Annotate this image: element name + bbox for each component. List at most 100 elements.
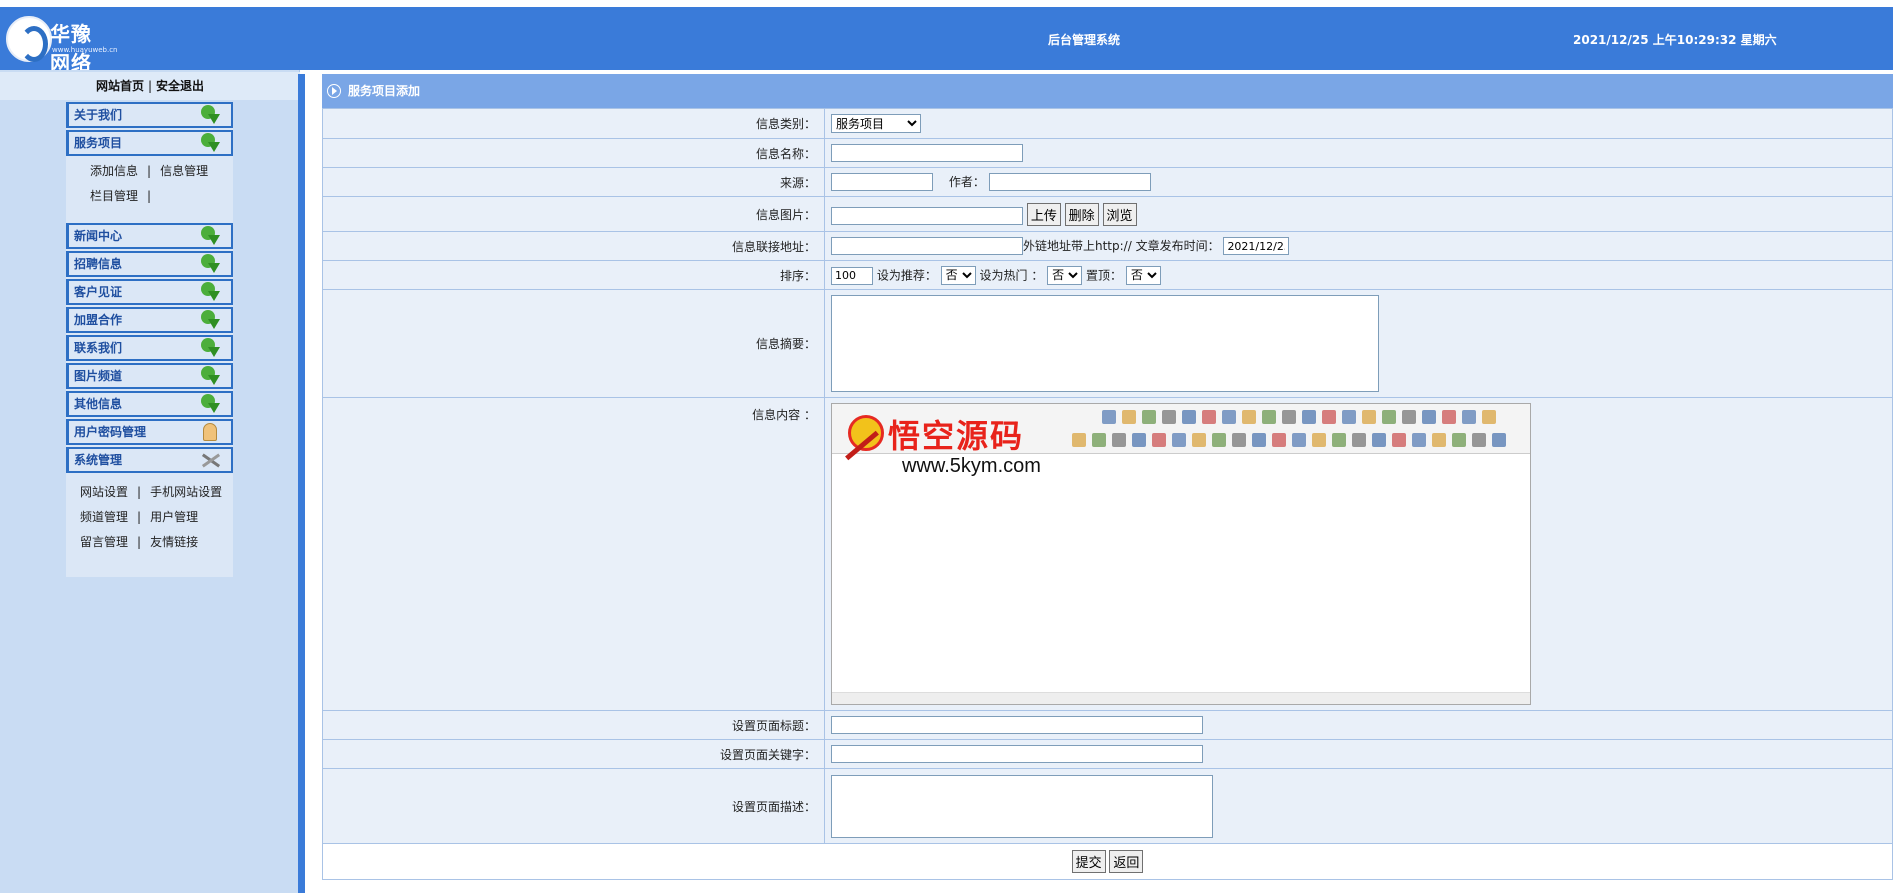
- editor-toolbar-button[interactable]: [1272, 433, 1286, 447]
- editor-toolbar-button[interactable]: [1142, 410, 1156, 424]
- editor-toolbar-button[interactable]: [1492, 433, 1506, 447]
- channel-manage-link[interactable]: 频道管理: [80, 510, 128, 524]
- recommend-select[interactable]: 否: [940, 265, 976, 285]
- editor-toolbar-button[interactable]: [1232, 433, 1246, 447]
- editor-toolbar-button[interactable]: [1152, 433, 1166, 447]
- rich-text-editor[interactable]: 悟空源码 www.5kym.com: [831, 403, 1531, 705]
- source-input[interactable]: [831, 173, 933, 192]
- hot-select[interactable]: 否: [1047, 265, 1083, 285]
- link-input[interactable]: [831, 237, 1023, 256]
- editor-toolbar-button[interactable]: [1462, 410, 1476, 424]
- editor-toolbar-button[interactable]: [1482, 410, 1496, 424]
- editor-toolbar-button[interactable]: [1242, 410, 1256, 424]
- editor-toolbar-button[interactable]: [1362, 410, 1376, 424]
- editor-toolbar-button[interactable]: [1422, 410, 1436, 424]
- editor-toolbar-button[interactable]: [1252, 433, 1266, 447]
- friend-links-link[interactable]: 友情链接: [150, 535, 198, 549]
- page-keywords-input[interactable]: [831, 745, 1203, 763]
- sidebar-item-system[interactable]: 系统管理: [66, 447, 233, 473]
- sidebar-item-contact[interactable]: 联系我们: [66, 335, 233, 361]
- sidebar-item-about[interactable]: 关于我们: [66, 102, 233, 128]
- editor-resize-bar[interactable]: [832, 692, 1530, 704]
- sidebar-item-label: 招聘信息: [74, 257, 123, 271]
- publish-time-input[interactable]: [1223, 237, 1290, 256]
- editor-toolbar-button[interactable]: [1292, 433, 1306, 447]
- page-title-input[interactable]: [831, 716, 1203, 734]
- services-submenu: 添加信息 | 信息管理: [90, 162, 208, 179]
- sidebar-item-other[interactable]: 其他信息: [66, 391, 233, 417]
- editor-toolbar-button[interactable]: [1122, 410, 1136, 424]
- user-icon: [203, 423, 217, 441]
- summary-textarea[interactable]: [831, 295, 1379, 392]
- editor-toolbar-button[interactable]: [1312, 433, 1326, 447]
- sidebar-item-pictures[interactable]: 图片频道: [66, 363, 233, 389]
- home-link[interactable]: 网站首页: [96, 79, 144, 93]
- editor-toolbar-button[interactable]: [1372, 433, 1386, 447]
- browse-button[interactable]: 浏览: [1102, 202, 1137, 226]
- system-submenu-3: 留言管理 | 友情链接: [80, 533, 198, 550]
- editor-toolbar-button[interactable]: [1412, 433, 1426, 447]
- editor-toolbar-button[interactable]: [1472, 433, 1486, 447]
- sidebar-item-franchise[interactable]: 加盟合作: [66, 307, 233, 333]
- submit-button[interactable]: 提交: [1071, 850, 1106, 873]
- name-input[interactable]: [831, 144, 1023, 162]
- image-path-input[interactable]: [831, 207, 1023, 225]
- logo[interactable]: 华豫网络 www.huayuweb.cn: [6, 14, 118, 75]
- logout-link[interactable]: 安全退出: [156, 79, 204, 93]
- editor-toolbar-button[interactable]: [1322, 410, 1336, 424]
- sidebar-item-testimonials[interactable]: 客户见证: [66, 279, 233, 305]
- column-manage-link[interactable]: 栏目管理: [90, 189, 138, 203]
- category-select[interactable]: 服务项目: [831, 114, 921, 133]
- editor-toolbar-button[interactable]: [1172, 433, 1186, 447]
- editor-toolbar-button[interactable]: [1402, 410, 1416, 424]
- info-manage-link[interactable]: 信息管理: [160, 164, 208, 178]
- delete-image-button[interactable]: 删除: [1064, 202, 1099, 226]
- green-arrow-icon: [199, 338, 221, 360]
- editor-toolbar-button[interactable]: [1452, 433, 1466, 447]
- editor-toolbar-button[interactable]: [1132, 433, 1146, 447]
- sidebar: 网站首页 | 安全退出 关于我们 服务项目 添加信息 | 信息管理 栏目管理 | 新闻中心…: [0, 70, 305, 893]
- editor-toolbar-button[interactable]: [1182, 410, 1196, 424]
- mobile-site-settings-link[interactable]: 手机网站设置: [150, 485, 222, 499]
- editor-toolbar-button[interactable]: [1342, 410, 1356, 424]
- editor-toolbar-button[interactable]: [1202, 410, 1216, 424]
- author-input[interactable]: [988, 173, 1151, 192]
- editor-toolbar-button[interactable]: [1072, 433, 1086, 447]
- editor-toolbar-button[interactable]: [1112, 433, 1126, 447]
- add-info-link[interactable]: 添加信息: [90, 164, 138, 178]
- editor-toolbar-button[interactable]: [1332, 433, 1346, 447]
- editor-toolbar-button[interactable]: [1442, 410, 1456, 424]
- editor-toolbar-button[interactable]: [1192, 433, 1206, 447]
- message-manage-link[interactable]: 留言管理: [80, 535, 128, 549]
- editor-toolbar-button[interactable]: [1262, 410, 1276, 424]
- upload-button[interactable]: 上传: [1026, 202, 1061, 226]
- header-bar: 华豫网络 www.huayuweb.cn 后台管理系统 2021/12/25 上…: [0, 7, 1893, 75]
- top-select[interactable]: 否: [1125, 265, 1161, 285]
- sidebar-item-password[interactable]: 用户密码管理: [66, 419, 233, 445]
- sidebar-item-jobs[interactable]: 招聘信息: [66, 251, 233, 277]
- editor-toolbar-button[interactable]: [1282, 410, 1296, 424]
- editor-toolbar-button[interactable]: [1302, 410, 1316, 424]
- form-row-source: 来源： 作者：: [322, 167, 1893, 197]
- sidebar-item-services[interactable]: 服务项目: [66, 130, 233, 156]
- sort-input[interactable]: [831, 266, 873, 285]
- editor-toolbar-button[interactable]: [1102, 410, 1116, 424]
- user-manage-link[interactable]: 用户管理: [150, 510, 198, 524]
- editor-toolbar-button[interactable]: [1392, 433, 1406, 447]
- editor-toolbar-button[interactable]: [1092, 433, 1106, 447]
- back-button[interactable]: 返回: [1109, 850, 1144, 873]
- editor-toolbar-button[interactable]: [1162, 410, 1176, 424]
- editor-toolbar-button[interactable]: [1212, 433, 1226, 447]
- editor-toolbar-button[interactable]: [1432, 433, 1446, 447]
- editor-toolbar-button[interactable]: [1352, 433, 1366, 447]
- page-desc-textarea[interactable]: [831, 774, 1213, 838]
- source-label: 来源：: [322, 167, 825, 197]
- form-row-page-desc: 设置页面描述：: [322, 768, 1893, 844]
- editor-toolbar-button[interactable]: [1382, 410, 1396, 424]
- site-settings-link[interactable]: 网站设置: [80, 485, 128, 499]
- publish-time-label: 文章发布时间：: [1135, 238, 1220, 253]
- page-desc-label: 设置页面描述：: [322, 768, 825, 844]
- sidebar-item-news[interactable]: 新闻中心: [66, 223, 233, 249]
- editor-toolbar-button[interactable]: [1222, 410, 1236, 424]
- sidebar-item-label: 其他信息: [74, 397, 123, 411]
